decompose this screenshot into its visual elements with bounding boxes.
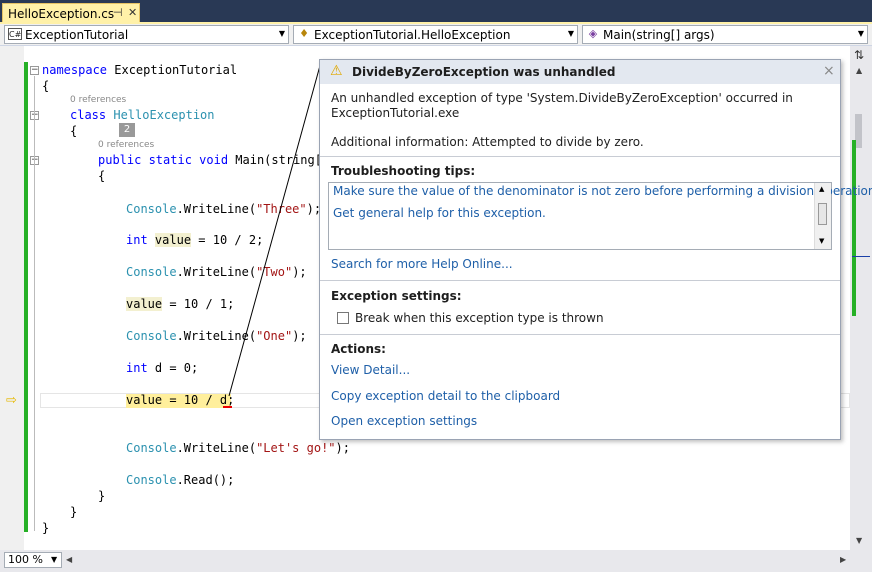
tab-label: HelloException.cs	[8, 7, 115, 21]
class-icon: ♦	[299, 27, 309, 40]
vertical-scrollbar[interactable]: ⇅ ▲ ▼	[850, 46, 872, 550]
copy-exception-detail-link[interactable]: Copy exception detail to the clipboard	[331, 389, 560, 403]
search-help-online-link[interactable]: Search for more Help Online...	[331, 257, 513, 271]
popup-title: DivideByZeroException was unhandled	[352, 65, 616, 79]
view-detail-link[interactable]: View Detail...	[331, 363, 410, 377]
code-line-exception[interactable]: value = 10 / d;	[126, 392, 234, 408]
navigation-bar: C# ExceptionTutorial ▼ ♦ ExceptionTutori…	[0, 24, 872, 46]
tab-hello-exception[interactable]: HelloException.cs ⊣ ✕	[2, 3, 140, 24]
code-line-class[interactable]: class HelloException	[70, 107, 215, 123]
error-squiggle	[223, 406, 232, 408]
tips-scrollbar[interactable]: ▲ ▼	[814, 183, 831, 249]
exception-message-line2: ExceptionTutorial.exe	[331, 106, 460, 120]
scroll-left-icon[interactable]: ◀	[66, 555, 72, 564]
chevron-down-icon: ▼	[857, 29, 864, 38]
fold-guide	[34, 76, 35, 531]
exception-message-line1: An unhandled exception of type 'System.D…	[331, 91, 793, 105]
zoom-level: 100 %	[8, 553, 43, 566]
badge-count: 2	[119, 123, 135, 137]
code-line-writeline-letsgo[interactable]: Console.WriteLine("Let's go!");	[126, 440, 350, 456]
references-codelens[interactable]: 0 references	[70, 95, 126, 105]
additional-information: Additional information: Attempted to div…	[331, 135, 644, 149]
close-icon[interactable]: ×	[823, 63, 835, 79]
split-window-icon[interactable]: ⇅	[854, 48, 864, 62]
code-line-brace[interactable]: }	[70, 504, 77, 520]
chevron-down-icon: ▼	[278, 29, 285, 38]
scroll-up-icon[interactable]: ▲	[819, 185, 824, 193]
class-dropdown-label: ExceptionTutorial.HelloException	[314, 28, 511, 42]
divider	[320, 334, 840, 335]
chevron-down-icon: ▼	[567, 29, 574, 38]
code-line-namespace[interactable]: namespace ExceptionTutorial	[42, 62, 237, 78]
member-dropdown[interactable]: ◈ Main(string[] args) ▼	[582, 25, 868, 44]
collapse-namespace-icon[interactable]: −	[30, 66, 39, 75]
code-line-int-d[interactable]: int d = 0;	[126, 360, 198, 376]
scroll-right-icon[interactable]: ▶	[840, 555, 846, 564]
scroll-up-icon[interactable]: ▲	[856, 66, 862, 75]
tip-link-denominator[interactable]: Make sure the value of the denominator i…	[333, 184, 872, 198]
exception-connector-line	[228, 61, 322, 397]
zoom-dropdown[interactable]: 100 % ▼	[4, 552, 62, 568]
tip-link-general-help[interactable]: Get general help for this exception.	[333, 206, 546, 220]
change-indicator	[24, 62, 28, 532]
chevron-down-icon: ▼	[51, 555, 58, 564]
code-line-brace[interactable]: {	[42, 78, 49, 94]
divider	[320, 280, 840, 281]
scroll-down-icon[interactable]: ▼	[819, 237, 824, 245]
horizontal-scrollbar[interactable]: ◀ ▶	[64, 552, 850, 568]
project-dropdown-label: ExceptionTutorial	[25, 28, 129, 42]
code-line-value-assign[interactable]: value = 10 / 1;	[126, 296, 234, 312]
glyph-margin[interactable]	[0, 46, 24, 550]
exception-settings-heading: Exception settings:	[331, 289, 462, 303]
code-line-brace[interactable]: }	[42, 520, 49, 536]
exception-assistant-popup: ⚠ DivideByZeroException was unhandled × …	[319, 59, 872, 440]
close-tab-icon[interactable]: ✕	[128, 6, 137, 19]
pin-icon[interactable]: ⊣	[113, 6, 123, 19]
open-exception-settings-link[interactable]: Open exception settings	[331, 414, 477, 428]
warning-icon: ⚠	[330, 63, 343, 79]
break-on-exception-label: Break when this exception type is thrown	[355, 311, 604, 325]
scrollbar-thumb[interactable]	[818, 203, 827, 225]
actions-heading: Actions:	[331, 342, 386, 356]
divider	[320, 156, 840, 157]
troubleshooting-heading: Troubleshooting tips:	[331, 164, 476, 178]
method-icon: ◈	[588, 27, 598, 40]
member-dropdown-label: Main(string[] args)	[603, 28, 715, 42]
scrollbar-caret-marker	[852, 256, 870, 257]
break-on-exception-checkbox[interactable]	[337, 312, 349, 324]
code-line-brace[interactable]: {	[70, 123, 77, 139]
project-dropdown[interactable]: C# ExceptionTutorial ▼	[4, 25, 289, 44]
scrollbar-change-marker	[852, 140, 856, 316]
scroll-down-icon[interactable]: ▼	[856, 536, 862, 545]
popup-titlebar: ⚠ DivideByZeroException was unhandled ×	[320, 60, 840, 84]
code-line-brace[interactable]: }	[98, 488, 105, 504]
execution-pointer-icon: ⇨	[6, 393, 17, 408]
scrollbar-thumb[interactable]	[855, 114, 862, 148]
code-line-brace[interactable]: {	[98, 168, 105, 184]
csharp-project-icon: C#	[8, 28, 22, 40]
references-codelens[interactable]: 0 references	[98, 140, 154, 150]
class-dropdown[interactable]: ♦ ExceptionTutorial.HelloException ▼	[293, 25, 578, 44]
troubleshooting-tips-list[interactable]: Make sure the value of the denominator i…	[328, 182, 872, 250]
code-line-read[interactable]: Console.Read();	[126, 472, 234, 488]
